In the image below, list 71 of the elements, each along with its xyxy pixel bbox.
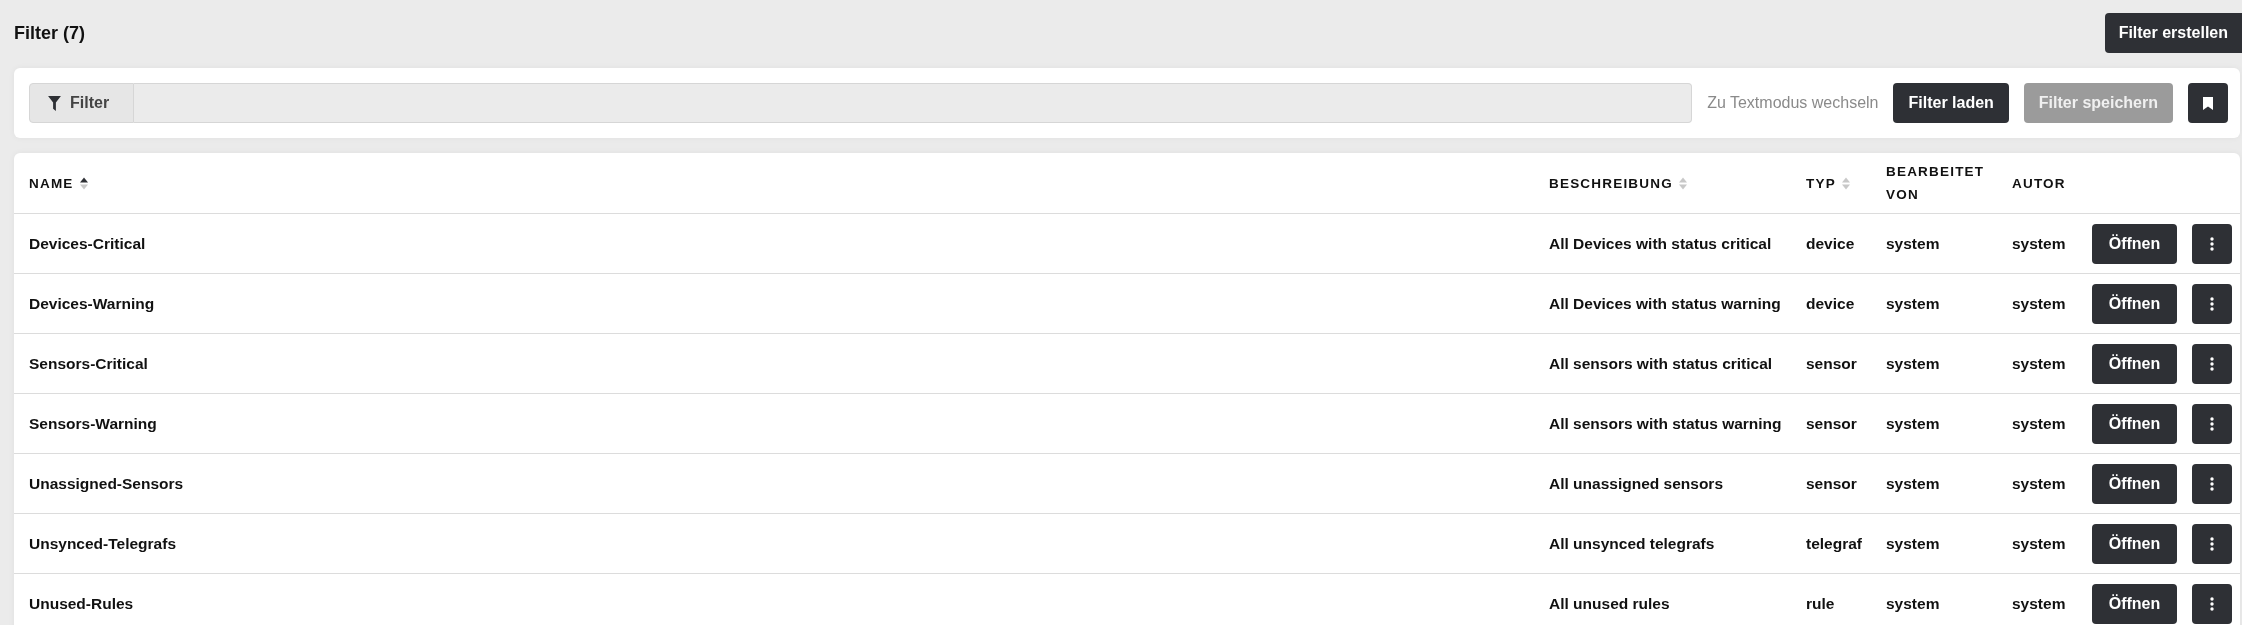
create-filter-button[interactable]: Filter erstellen <box>2104 13 2242 53</box>
filter-type: device <box>1806 294 1855 313</box>
filter-type: sensor <box>1806 354 1857 373</box>
filter-type: sensor <box>1806 474 1857 493</box>
vertical-dots-icon <box>2210 536 2214 551</box>
row-menu-button[interactable] <box>2192 403 2232 444</box>
vertical-dots-icon <box>2210 236 2214 251</box>
filter-name: Devices-Warning <box>29 294 155 313</box>
filter-type: device <box>1806 234 1855 253</box>
filter-icon <box>48 95 61 111</box>
open-button[interactable]: Öffnen <box>2092 223 2177 264</box>
filter-type: sensor <box>1806 414 1857 433</box>
filter-name: Sensors-Critical <box>29 354 148 373</box>
column-header[interactable]: TYP <box>1806 171 1836 195</box>
editor-name: system <box>1886 294 1940 313</box>
filter-description: All unassigned sensors <box>1549 474 1723 493</box>
vertical-dots-icon <box>2210 476 2214 491</box>
column-header: BEARBEITET VON <box>1886 163 1986 204</box>
open-button[interactable]: Öffnen <box>2092 463 2177 504</box>
column-header: AUTOR <box>2012 174 2066 193</box>
column-header[interactable]: NAME <box>29 171 74 195</box>
filter-name: Unused-Rules <box>29 594 134 613</box>
page-title: Filter (7) <box>14 22 85 44</box>
filter-type: telegraf <box>1806 534 1862 553</box>
filter-description: All unsynced telegrafs <box>1549 534 1715 553</box>
filter-name: Sensors-Warning <box>29 414 157 433</box>
editor-name: system <box>1886 534 1940 553</box>
filter-name: Devices-Critical <box>29 234 146 253</box>
load-filter-button[interactable]: Filter laden <box>1893 83 2009 123</box>
text-mode-link[interactable]: Zu Textmodus wechseln <box>1707 94 1879 112</box>
author-name: system <box>2012 474 2066 493</box>
column-header[interactable]: BESCHREIBUNG <box>1549 171 1673 195</box>
bookmark-button[interactable] <box>2188 83 2228 123</box>
row-menu-button[interactable] <box>2192 463 2232 504</box>
open-button[interactable]: Öffnen <box>2092 403 2177 444</box>
row-menu-button[interactable] <box>2192 523 2232 564</box>
vertical-dots-icon <box>2210 356 2214 371</box>
editor-name: system <box>1886 414 1940 433</box>
filter-type: rule <box>1806 594 1835 613</box>
vertical-dots-icon <box>2210 416 2214 431</box>
filter-description: All unused rules <box>1549 594 1670 613</box>
sort-icon[interactable] <box>79 176 88 190</box>
open-button[interactable]: Öffnen <box>2092 343 2177 384</box>
open-button[interactable]: Öffnen <box>2092 523 2177 564</box>
editor-name: system <box>1886 354 1940 373</box>
open-button[interactable]: Öffnen <box>2092 583 2177 624</box>
editor-name: system <box>1886 594 1940 613</box>
bookmark-icon <box>2203 96 2213 110</box>
author-name: system <box>2012 534 2066 553</box>
author-name: system <box>2012 234 2066 253</box>
editor-name: system <box>1886 474 1940 493</box>
open-button[interactable]: Öffnen <box>2092 283 2177 324</box>
author-name: system <box>2012 414 2066 433</box>
filter-description: All Devices with status critical <box>1549 234 1772 253</box>
vertical-dots-icon <box>2210 596 2214 611</box>
editor-name: system <box>1886 234 1940 253</box>
filter-name: Unsynced-Telegrafs <box>29 534 176 553</box>
author-name: system <box>2012 594 2066 613</box>
filter-name: Unassigned-Sensors <box>29 474 184 493</box>
author-name: system <box>2012 294 2066 313</box>
author-name: system <box>2012 354 2066 373</box>
row-menu-button[interactable] <box>2192 283 2232 324</box>
filter-description: All Devices with status warning <box>1549 294 1781 313</box>
filter-description: All sensors with status warning <box>1549 414 1782 433</box>
filter-input-field[interactable] <box>134 83 1693 123</box>
filter-button[interactable]: Filter <box>29 83 134 123</box>
row-menu-button[interactable] <box>2192 343 2232 384</box>
row-menu-button[interactable] <box>2192 223 2232 264</box>
row-menu-button[interactable] <box>2192 583 2232 624</box>
filter-description: All sensors with status critical <box>1549 354 1773 373</box>
vertical-dots-icon <box>2210 296 2214 311</box>
